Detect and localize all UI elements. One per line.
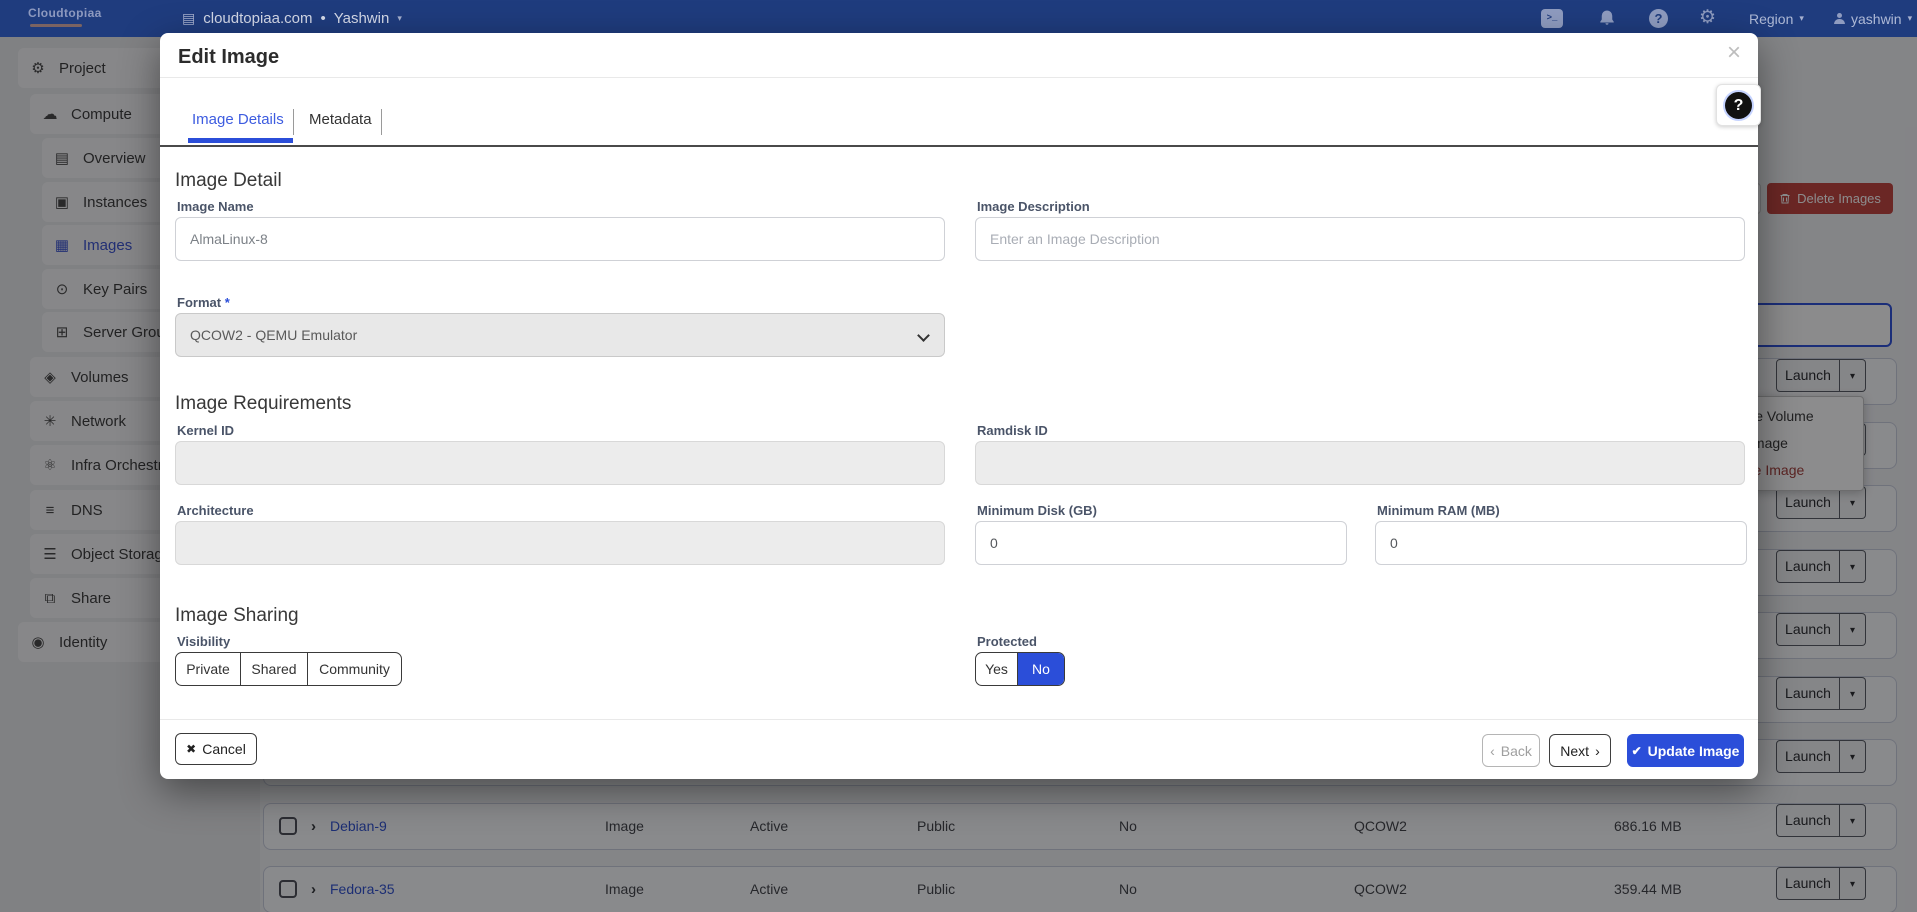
chevron-down-icon xyxy=(917,329,930,342)
app-root: Cloudtopiaa ▤ cloudtopiaa.com • Yashwin … xyxy=(0,0,1917,912)
tabstrip-divider xyxy=(160,145,1758,147)
architecture-label: Architecture xyxy=(177,503,254,518)
ramdisk-id-input xyxy=(975,441,1745,485)
help-icon[interactable]: ? xyxy=(1649,9,1668,28)
bell-icon[interactable] xyxy=(1596,9,1618,28)
question-mark-icon: ? xyxy=(1725,92,1752,119)
active-tab-underline xyxy=(188,138,293,143)
tab-separator xyxy=(293,109,294,135)
chevron-down-icon: ▾ xyxy=(1908,13,1913,24)
tab-metadata[interactable]: Metadata xyxy=(309,111,372,128)
image-description-label: Image Description xyxy=(977,199,1090,214)
visibility-community-button[interactable]: Community xyxy=(308,653,401,685)
breadcrumb-separator: • xyxy=(320,10,325,27)
chevron-right-icon: › xyxy=(1595,743,1600,759)
architecture-input xyxy=(175,521,945,565)
footer-divider xyxy=(160,719,1758,720)
person-icon xyxy=(1834,13,1845,24)
update-image-button[interactable]: ✔ Update Image xyxy=(1627,734,1744,767)
breadcrumb[interactable]: ▤ cloudtopiaa.com • Yashwin ▾ xyxy=(182,0,402,37)
close-icon[interactable]: × xyxy=(1720,39,1748,67)
chevron-down-icon: ▾ xyxy=(397,13,402,24)
breadcrumb-user: Yashwin xyxy=(334,10,390,27)
section-heading-image-requirements: Image Requirements xyxy=(175,393,351,415)
modal-title: Edit Image xyxy=(178,46,279,69)
format-select[interactable]: QCOW2 - QEMU Emulator xyxy=(175,313,945,357)
header-divider xyxy=(160,77,1758,78)
edit-image-modal: Edit Image × Image Details Metadata Imag… xyxy=(160,33,1758,779)
ramdisk-id-label: Ramdisk ID xyxy=(977,423,1048,438)
visibility-private-button[interactable]: Private xyxy=(176,653,241,685)
protected-no-button[interactable]: No xyxy=(1018,653,1064,685)
user-menu[interactable]: yashwin ▾ xyxy=(1834,0,1912,37)
tab-separator xyxy=(381,109,382,135)
breadcrumb-site: cloudtopiaa.com xyxy=(203,10,312,27)
min-disk-label: Minimum Disk (GB) xyxy=(977,503,1097,518)
format-label: Format * xyxy=(177,295,230,310)
required-asterisk: * xyxy=(225,295,230,310)
terminal-icon[interactable]: >_ xyxy=(1541,9,1563,28)
min-ram-label: Minimum RAM (MB) xyxy=(1377,503,1500,518)
kernel-id-input xyxy=(175,441,945,485)
protected-toggle-group: Yes No xyxy=(975,652,1065,686)
chevron-left-icon: ‹ xyxy=(1490,743,1495,759)
x-mark-icon: ✖ xyxy=(186,742,196,756)
next-button[interactable]: Next › xyxy=(1549,734,1611,767)
gear-icon[interactable]: ⚙ xyxy=(1699,6,1716,29)
cancel-button[interactable]: ✖ Cancel xyxy=(175,733,257,765)
visibility-label: Visibility xyxy=(177,634,230,649)
section-heading-image-sharing: Image Sharing xyxy=(175,605,299,627)
visibility-button-group: Private Shared Community xyxy=(175,652,402,686)
table-icon: ▤ xyxy=(182,10,195,27)
check-icon: ✔ xyxy=(1632,744,1642,758)
image-description-input[interactable] xyxy=(975,217,1745,261)
protected-yes-button[interactable]: Yes xyxy=(976,653,1018,685)
section-heading-image-detail: Image Detail xyxy=(175,170,282,192)
protected-label: Protected xyxy=(977,634,1037,649)
image-name-label: Image Name xyxy=(177,199,254,214)
help-button[interactable]: ? xyxy=(1716,84,1761,126)
region-menu[interactable]: Region ▾ xyxy=(1749,0,1804,37)
visibility-shared-button[interactable]: Shared xyxy=(241,653,308,685)
image-name-input[interactable] xyxy=(175,217,945,261)
brand-logo[interactable]: Cloudtopiaa xyxy=(28,6,102,20)
brand-tagline xyxy=(30,24,82,27)
chevron-down-icon: ▾ xyxy=(1799,13,1804,24)
top-navbar: Cloudtopiaa ▤ cloudtopiaa.com • Yashwin … xyxy=(0,0,1917,37)
back-button[interactable]: ‹ Back xyxy=(1482,734,1540,767)
tab-image-details[interactable]: Image Details xyxy=(192,111,284,128)
min-disk-input[interactable] xyxy=(975,521,1347,565)
kernel-id-label: Kernel ID xyxy=(177,423,234,438)
min-ram-input[interactable] xyxy=(1375,521,1747,565)
